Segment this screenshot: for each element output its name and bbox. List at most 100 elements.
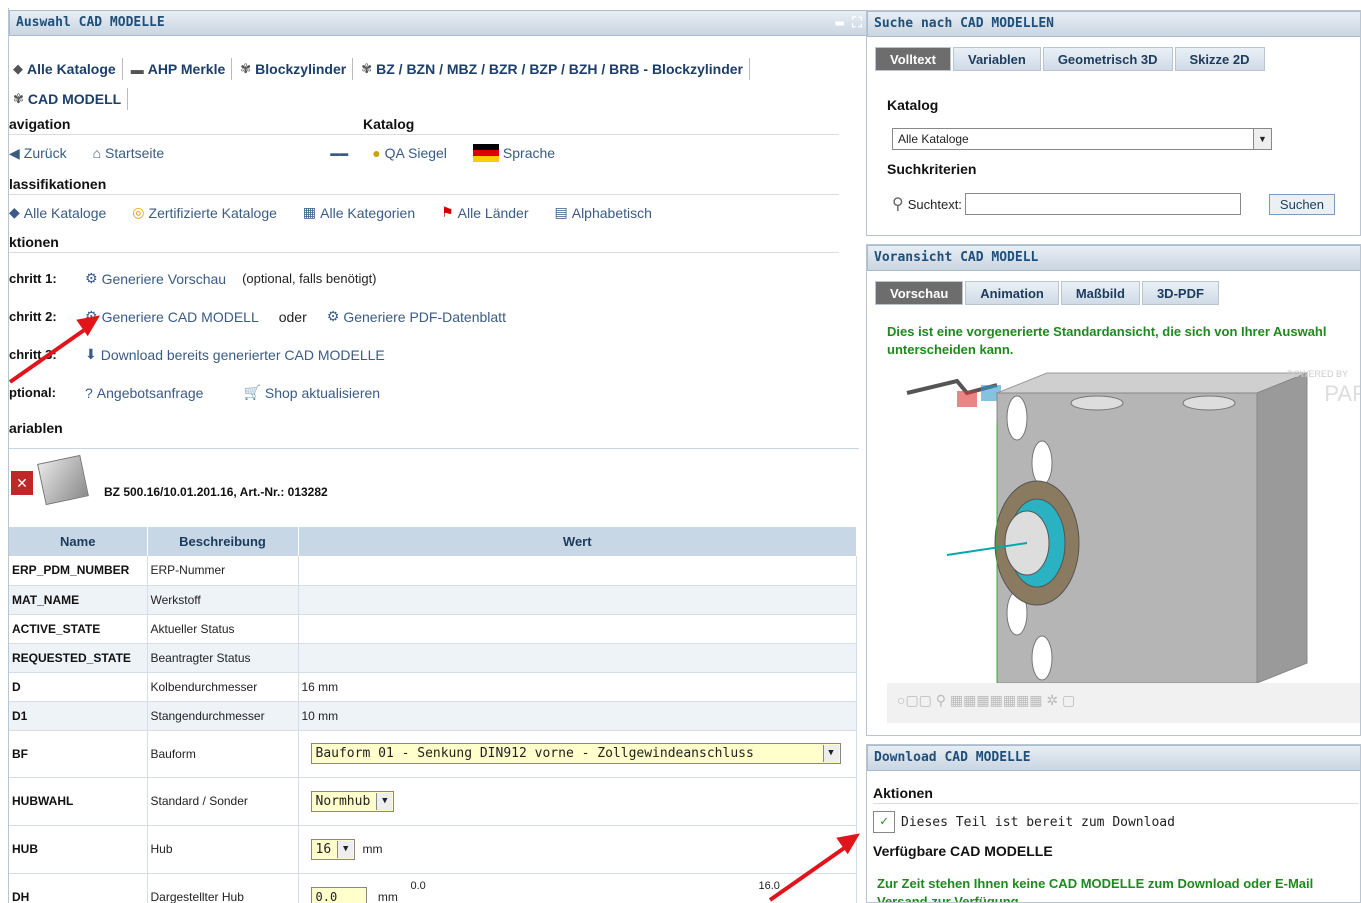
question-icon: ? bbox=[85, 384, 93, 401]
variable-value bbox=[298, 556, 857, 586]
tab-vorschau[interactable]: Vorschau bbox=[875, 281, 964, 305]
gear-icon: ⚙ bbox=[85, 270, 98, 286]
actions-label: Aktionen bbox=[873, 785, 933, 801]
navigation-row: ◀ Zurück ⌂ Startseite ▬▬ ● QA Siegel Sprach… bbox=[9, 144, 581, 162]
variable-name: REQUESTED_STATE bbox=[9, 643, 148, 673]
download-panel: Download CAD MODELLE Aktionen ✓ Dieses T… bbox=[866, 744, 1361, 903]
alphabetical-link[interactable]: ▤ Alphabetisch bbox=[555, 204, 652, 221]
divider bbox=[9, 134, 839, 135]
variable-value bbox=[298, 585, 857, 615]
category-icon: ✾ bbox=[361, 61, 373, 76]
categories-icon: ▦ bbox=[302, 204, 317, 220]
download-message: Zur Zeit stehen Ihnen keine CAD MODELLE … bbox=[877, 876, 1314, 903]
column-header: Name bbox=[9, 527, 148, 556]
quote-request-link[interactable]: ? Angebotsanfrage bbox=[85, 385, 203, 401]
tab-3d-pdf[interactable]: 3D-PDF bbox=[1141, 281, 1219, 305]
generate-pdf-link[interactable]: ⚙ Generiere PDF-Datenblatt bbox=[327, 308, 506, 325]
katalog-select[interactable]: Alle Kataloge ▼ bbox=[892, 128, 1272, 150]
hubwahl-select[interactable]: Normhub ▼ bbox=[310, 790, 395, 812]
actions-heading: ktionen bbox=[9, 234, 59, 250]
language-link[interactable]: Sprache bbox=[472, 144, 555, 162]
flags-icon: ⚑ bbox=[441, 204, 454, 220]
check-icon: ✓ bbox=[873, 811, 895, 833]
certified-catalogs-link[interactable]: ◎ Zertifizierte Kataloge bbox=[132, 204, 277, 221]
variable-value bbox=[298, 614, 857, 644]
chevron-down-icon: ▼ bbox=[337, 840, 354, 858]
alphabet-icon: ▤ bbox=[554, 204, 568, 220]
back-link[interactable]: ◀ Zurück bbox=[9, 145, 67, 162]
variable-value bbox=[298, 643, 857, 673]
chevron-down-icon: ▼ bbox=[376, 792, 393, 810]
qa-seal-link[interactable]: ● QA Siegel bbox=[372, 145, 447, 161]
all-categories-link[interactable]: ▦ Alle Kategorien bbox=[303, 204, 415, 221]
variables-heading: ariablen bbox=[9, 420, 63, 436]
panel-title: Suche nach CAD MODELLEN bbox=[867, 11, 1360, 37]
download-icon: ⬇ bbox=[85, 346, 97, 362]
dh-input[interactable]: 0.0 bbox=[310, 886, 367, 903]
preview-tabs: Vorschau Animation Maßbild 3D-PDF bbox=[875, 281, 1221, 305]
tab-skizze-2d[interactable]: Skizze 2D bbox=[1174, 47, 1265, 71]
variable-name: D bbox=[9, 672, 148, 702]
search-button[interactable]: Suchen bbox=[1268, 193, 1336, 215]
breadcrumb-item[interactable]: ◆ Alle Kataloge bbox=[9, 58, 123, 80]
table-row: REQUESTED_STATE Beantragter Status bbox=[9, 643, 857, 673]
3d-glasses-icon bbox=[906, 378, 1001, 407]
tab-massbild[interactable]: Maßbild bbox=[1060, 281, 1140, 305]
variables-table: Name Beschreibung Wert ERP_PDM_NUMBER ERP… bbox=[9, 527, 857, 903]
search-input[interactable] bbox=[964, 193, 1241, 215]
tab-geometrisch-3d[interactable]: Geometrisch 3D bbox=[1042, 47, 1173, 71]
vendor-logo-icon[interactable]: ▬▬ bbox=[330, 148, 352, 158]
all-countries-link[interactable]: ⚑ Alle Länder bbox=[441, 204, 528, 221]
variable-description: Stangendurchmesser bbox=[147, 701, 299, 731]
table-row: BF Bauform Bauform 01 - Senkung DIN912 v… bbox=[9, 730, 857, 778]
generate-cad-link[interactable]: ⚙ Generiere CAD MODELL bbox=[85, 308, 259, 325]
home-link[interactable]: ⌂ Startseite bbox=[93, 145, 165, 161]
table-row: D1 Stangendurchmesser 10 mm bbox=[9, 701, 857, 731]
table-row: MAT_NAME Werkstoff bbox=[9, 585, 857, 615]
table-row: DH Dargestellter Hub 0.0 mm 0.0 16.0 bbox=[9, 873, 857, 903]
variable-value: 10 mm bbox=[298, 701, 857, 731]
breadcrumb-item[interactable]: ✾ CAD MODELL bbox=[9, 88, 129, 110]
breadcrumb-item[interactable]: ✾ BZ / BZN / MBZ / BZR / BZP / BZH / BRB … bbox=[357, 58, 750, 80]
table-row: HUBWAHL Standard / Sonder Normhub ▼ bbox=[9, 777, 857, 826]
katalog-heading: Katalog bbox=[363, 116, 415, 132]
back-arrow-icon: ◀ bbox=[9, 144, 20, 161]
cad-selection-panel: Auswahl CAD MODELLE ▬ ⛶ ◆ Alle Kataloge ▬… bbox=[8, 8, 866, 903]
divider bbox=[9, 194, 839, 195]
ready-row: ✓ Dieses Teil ist bereit zum Download bbox=[873, 811, 1175, 833]
close-icon[interactable]: ✕ bbox=[11, 471, 33, 495]
3d-viewer[interactable]: POWERED BY PAR ○▢▢ ⚲ ▦▦▦▦▦▦▦ ✲ ▢ bbox=[887, 363, 1360, 723]
category-icon: ✾ bbox=[240, 61, 252, 76]
variable-name: MAT_NAME bbox=[9, 585, 148, 615]
available-label: Verfügbare CAD MODELLE bbox=[873, 843, 1053, 859]
variable-description: Kolbendurchmesser bbox=[147, 672, 299, 702]
flag-germany-icon bbox=[472, 144, 499, 162]
bauform-select[interactable]: Bauform 01 - Senkung DIN912 vorne - Zoll… bbox=[310, 743, 841, 764]
variable-name: ACTIVE_STATE bbox=[9, 614, 148, 644]
search-row: ⚲ Suchtext: Suchen bbox=[892, 193, 1336, 215]
table-row: ERP_PDM_NUMBER ERP-Nummer bbox=[9, 556, 857, 586]
all-catalogs-link[interactable]: ◆ Alle Kataloge bbox=[9, 204, 106, 221]
tab-animation[interactable]: Animation bbox=[965, 281, 1059, 305]
update-shop-link[interactable]: 🛒 Shop aktualisieren bbox=[243, 384, 380, 401]
tab-volltext[interactable]: Volltext bbox=[875, 47, 951, 71]
breadcrumb-item[interactable]: ✾ Blockzylinder bbox=[236, 58, 354, 80]
classifications-heading: lassifikationen bbox=[9, 176, 107, 192]
optional-row: ptional: ? Angebotsanfrage 🛒 Shop aktualis… bbox=[9, 384, 381, 401]
maximize-icon[interactable]: ▬ ⛶ bbox=[835, 11, 862, 35]
catalog-icon: ◆ bbox=[9, 204, 20, 220]
brand-logo-icon: ▬ bbox=[130, 61, 144, 77]
variables-box: ✕ BZ 500.16/10.01.201.16, Art.-Nr.: 0132… bbox=[9, 448, 859, 903]
variable-description: ERP-Nummer bbox=[147, 556, 299, 586]
classifications-row: ◆ Alle Kataloge ◎ Zertifizierte Kataloge ▦… bbox=[9, 204, 678, 221]
download-generated-link[interactable]: ⬇ Download bereits generierter CAD MODELL… bbox=[85, 346, 385, 363]
variable-value: 16 mm bbox=[298, 672, 857, 702]
variable-description: Aktueller Status bbox=[147, 614, 299, 644]
generate-preview-link[interactable]: ⚙ Generiere Vorschau bbox=[85, 270, 226, 287]
hub-select[interactable]: 16 ▼ bbox=[310, 838, 356, 860]
breadcrumb-item[interactable]: ▬ AHP Merkle bbox=[127, 58, 233, 80]
divider bbox=[873, 803, 1358, 804]
tab-variablen[interactable]: Variablen bbox=[953, 47, 1041, 71]
table-row: HUB Hub 16 ▼ mm bbox=[9, 825, 857, 874]
search-tabs: Volltext Variablen Geometrisch 3D Skizze… bbox=[875, 47, 1267, 71]
